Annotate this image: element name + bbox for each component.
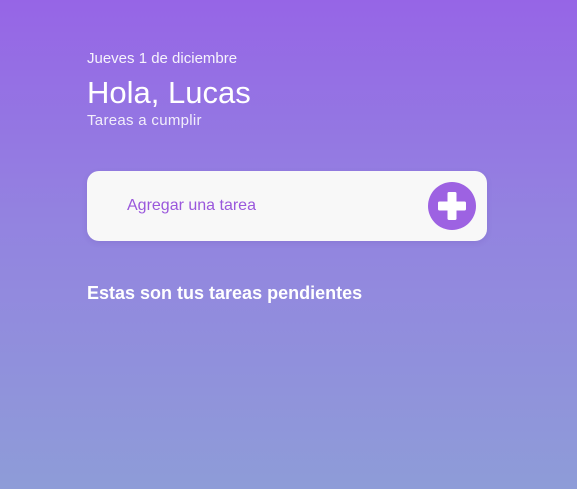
greeting-title: Hola, Lucas — [87, 75, 251, 110]
header: Jueves 1 de diciembre Hola, Lucas Tareas… — [87, 50, 251, 130]
add-task-card — [87, 171, 487, 241]
current-date: Jueves 1 de diciembre — [87, 50, 238, 67]
plus-icon — [438, 192, 466, 220]
pending-tasks-title: Estas son tus tareas pendientes — [87, 283, 363, 303]
add-task-input[interactable] — [127, 197, 407, 215]
add-task-button[interactable] — [428, 182, 476, 230]
greeting-subtitle: Tareas a cumplir — [87, 112, 202, 129]
